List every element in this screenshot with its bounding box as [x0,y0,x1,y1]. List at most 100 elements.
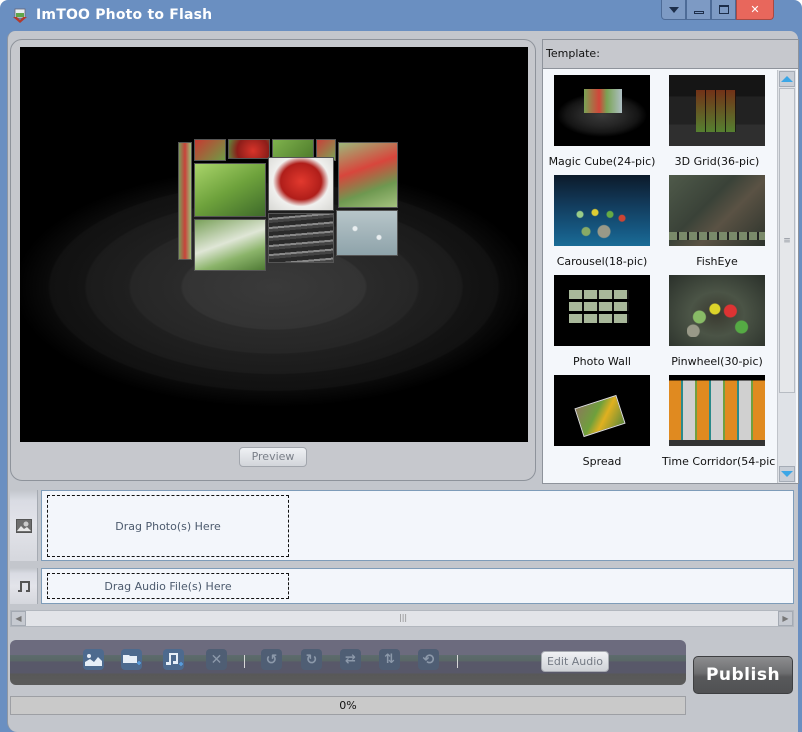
template-item-photo-wall[interactable]: Photo Wall [547,275,657,368]
photo-track: Drag Photo(s) Here [10,490,794,561]
toolbar-separator [457,655,458,668]
template-thumbnail [554,175,650,246]
pinwheel-miniature [687,297,749,337]
preview-screen [20,47,528,442]
app-window: ImTOO Photo to Flash ✕ Preview Template:… [0,0,802,732]
template-label: Spread [582,455,622,468]
flip-horizontal-button[interactable]: ⇄ [340,649,361,670]
cube-tile [194,139,226,161]
cube-tile [336,210,398,256]
rotate-left-button[interactable]: ↺ [261,649,282,670]
spread-miniature [574,394,626,438]
audio-drop-zone[interactable]: Drag Audio File(s) Here [47,573,289,599]
add-photo-button[interactable] [83,649,104,670]
arrow-down-icon [781,471,793,477]
music-add-icon [166,653,183,666]
scroll-left-button[interactable]: ◀ [11,611,26,626]
cube-miniature [584,89,622,113]
folder-add-icon [123,655,141,665]
template-thumbnail [554,75,650,146]
template-label: 3D Grid(36-pic) [674,155,760,168]
photo-track-header [10,490,38,561]
cube-tile [268,157,334,211]
close-icon: ✕ [210,651,223,668]
template-item-pinwheel[interactable]: Pinwheel(30-pic) [662,275,772,368]
window-menu-button[interactable] [661,0,686,20]
cube-tile [194,219,266,271]
template-item-fisheye[interactable]: FishEye [662,175,772,268]
rotate-right-button[interactable]: ↻ [301,649,322,670]
cube-tile [194,163,266,217]
template-item-3d-grid[interactable]: 3D Grid(36-pic) [662,75,772,168]
template-item-magic-cube[interactable]: Magic Cube(24-pic) [547,75,657,168]
add-audio-button[interactable] [163,649,184,670]
template-label: Magic Cube(24-pic) [548,155,656,168]
photo-wall-grid [569,290,629,326]
template-label: Time Corridor(54-pic) [662,455,775,468]
toolbar: ✕ ↺ ↻ ⇄ ⇅ ⟲ Edit Audio [10,640,686,685]
delete-button[interactable]: ✕ [206,649,227,670]
cube-tile [268,213,334,263]
preview-button[interactable]: Preview [239,447,307,467]
scroll-down-button[interactable] [779,466,795,482]
template-item-time-corridor[interactable]: Time Corridor(54-pic) [662,375,775,468]
template-item-spread[interactable]: Spread [547,375,657,468]
swap-vertical-icon: ⇅ [384,652,395,667]
flip-vertical-button[interactable]: ⇅ [379,649,400,670]
cube-tile [178,142,192,260]
grip-icon: ||| [399,613,408,622]
toolbar-separator [244,655,245,668]
grid-miniature [696,90,736,132]
add-folder-button[interactable] [121,649,142,670]
template-panel: Template: Magic Cube(24-pic) 3D Grid(36-… [542,39,799,484]
scroll-up-button[interactable] [779,71,795,87]
maximize-icon [718,5,729,14]
template-thumbnail [554,275,650,346]
template-label: FishEye [696,255,738,268]
cube-tile [338,142,398,208]
image-icon [85,654,102,666]
template-header: Template: [543,40,798,69]
audio-track: Drag Audio File(s) Here [10,568,794,604]
maximize-button[interactable] [711,0,736,20]
edit-audio-button[interactable]: Edit Audio [541,651,609,672]
publish-button[interactable]: Publish [693,656,793,694]
template-label: Pinwheel(30-pic) [671,355,763,368]
grip-icon: ≡ [783,235,791,246]
carousel-miniature [574,203,634,241]
scroll-thumb[interactable]: ≡ [779,88,795,393]
photo-track-body[interactable]: Drag Photo(s) Here [41,490,794,561]
title-bar[interactable]: ImTOO Photo to Flash ✕ [0,0,802,32]
template-thumbnail [669,275,765,346]
audio-track-body[interactable]: Drag Audio File(s) Here [41,568,794,604]
arrow-up-icon [781,76,793,82]
timeline-scrollbar[interactable]: ◀ ||| ▶ [10,610,794,627]
template-thumbnail [669,75,765,146]
fisheye-strip [669,232,765,240]
chevron-down-icon [668,6,679,13]
template-label: Carousel(18-pic) [556,255,648,268]
scroll-right-button[interactable]: ▶ [778,611,793,626]
photo-drop-zone[interactable]: Drag Photo(s) Here [47,495,289,557]
undo-button[interactable]: ⟲ [418,649,439,670]
minimize-button[interactable] [686,0,711,20]
image-icon [15,518,32,533]
minimize-icon [693,11,704,14]
template-thumbnail [554,375,650,446]
template-label: Photo Wall [573,355,631,368]
template-thumbnail [669,375,765,446]
music-note-icon [17,581,30,592]
template-item-carousel[interactable]: Carousel(18-pic) [547,175,657,268]
template-thumbnail [669,175,765,246]
rotate-ccw-icon: ↺ [265,651,278,668]
app-logo-icon [13,8,27,23]
rotate-cw-icon: ↻ [305,651,318,668]
progress-label: 0% [339,699,357,712]
audio-track-header [10,568,38,604]
window-controls: ✕ [661,0,774,20]
template-scrollbar[interactable]: ≡ [777,70,796,483]
progress-bar: 0% [10,696,686,715]
close-button[interactable]: ✕ [736,0,774,20]
preview-panel: Preview [10,39,536,481]
window-title: ImTOO Photo to Flash [36,7,213,23]
